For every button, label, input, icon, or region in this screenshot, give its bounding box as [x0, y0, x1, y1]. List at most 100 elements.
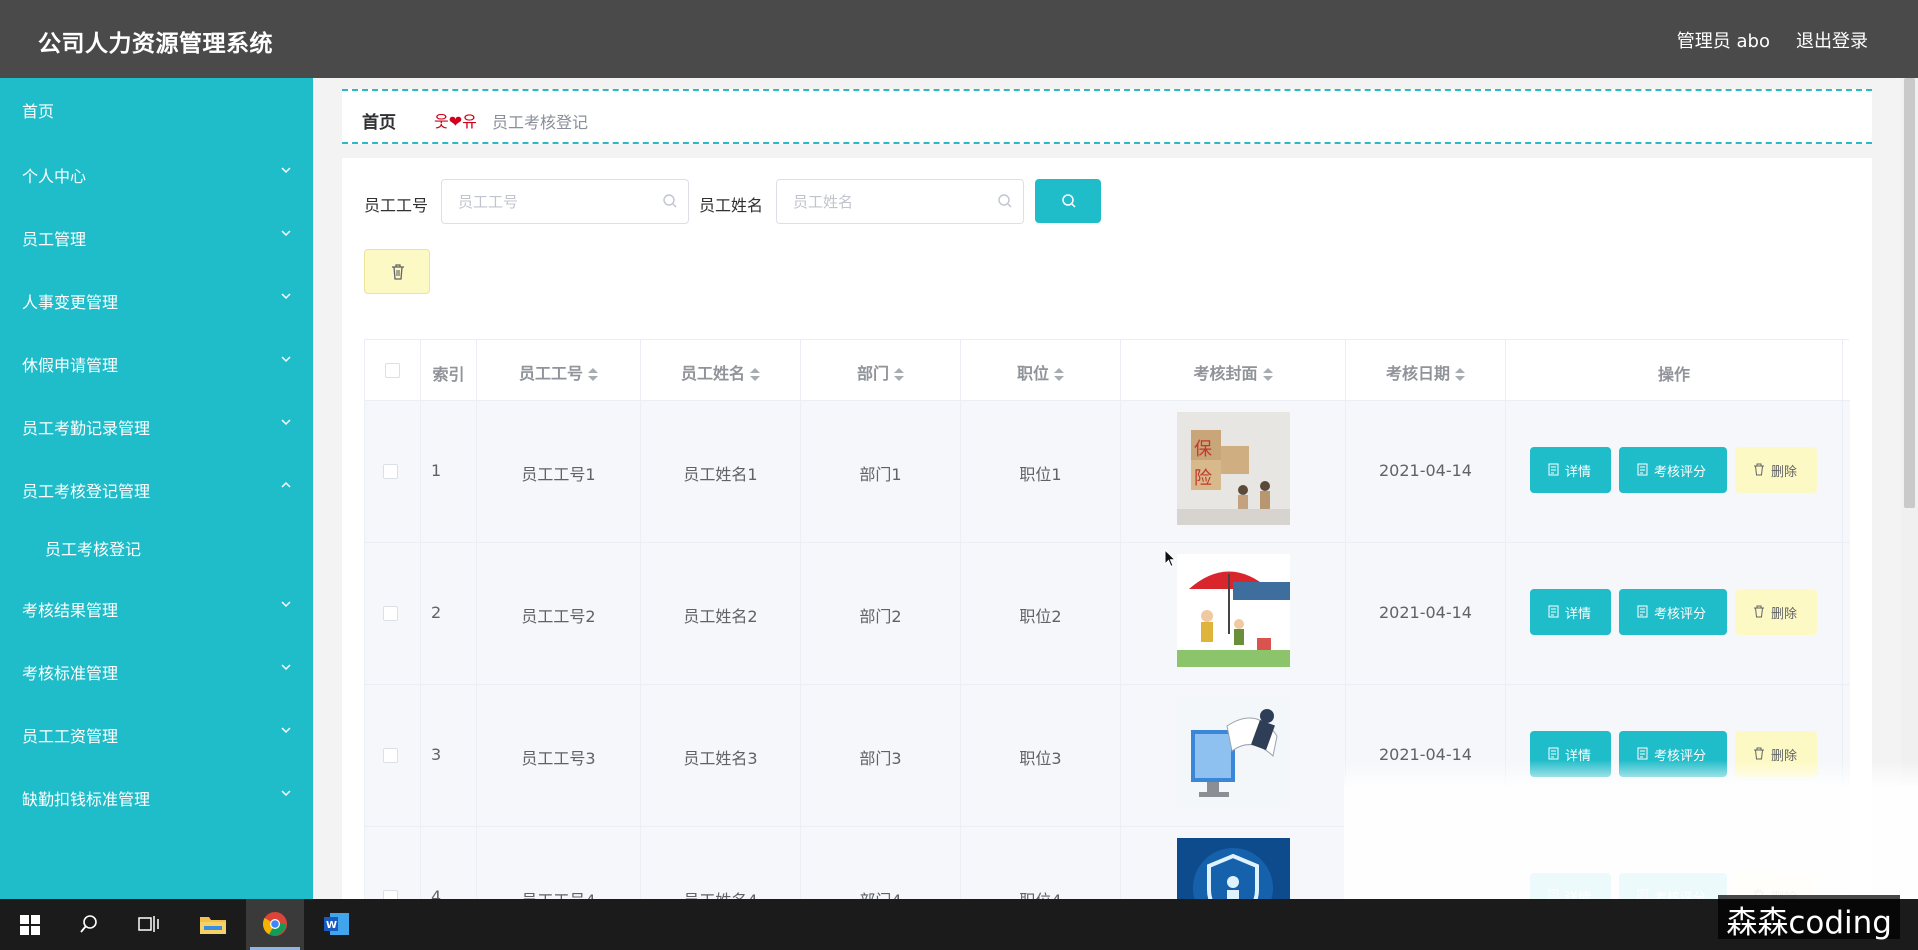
search-button[interactable]: [1035, 179, 1101, 223]
row-dept: 部门4: [801, 887, 960, 899]
detail-button-label: 详情: [1565, 465, 1592, 480]
chevron-down-icon: [281, 230, 291, 237]
header-emp-id-label: 员工工号: [518, 364, 583, 383]
row-index: 3: [431, 745, 442, 764]
taskbar-chrome[interactable]: [246, 899, 304, 950]
word-icon: W: [324, 913, 349, 935]
emp-name-search-field[interactable]: [776, 179, 1024, 224]
sidebar-item-attendance-mgmt[interactable]: 员工考勤记录管理: [0, 401, 313, 451]
detail-button[interactable]: 详情: [1530, 589, 1611, 635]
search-icon: [998, 194, 1012, 208]
sort-icon[interactable]: [894, 367, 904, 382]
watermark: 森森coding: [1718, 895, 1900, 941]
sidebar-item-home[interactable]: 首页: [0, 84, 313, 134]
delete-button[interactable]: 删除: [1735, 589, 1817, 635]
sort-icon[interactable]: [1455, 367, 1465, 382]
detail-button[interactable]: 详情: [1530, 447, 1611, 493]
sidebar-item-label: 考核结果管理: [22, 601, 119, 620]
taskbar-word[interactable]: W: [308, 899, 366, 950]
taskbar-file-explorer[interactable]: [184, 899, 242, 950]
search-icon: [663, 194, 677, 208]
breadcrumb-home[interactable]: 首页: [362, 108, 396, 133]
chevron-down-icon: [281, 356, 291, 363]
header-emp-name[interactable]: 员工姓名: [641, 340, 801, 401]
detail-button-label: 详情: [1565, 607, 1592, 622]
chevron-down-icon: [281, 167, 291, 174]
document-icon: [1637, 605, 1648, 618]
sidebar-item-hr-change-mgmt[interactable]: 人事变更管理: [0, 275, 313, 325]
search-icon: [80, 915, 97, 933]
select-all-checkbox[interactable]: [385, 363, 400, 378]
header-position-label: 职位: [1016, 364, 1049, 383]
header-position[interactable]: 职位: [961, 340, 1121, 401]
sidebar-item-label: 个人中心: [22, 167, 87, 186]
header-emp-id[interactable]: 员工工号: [477, 340, 641, 401]
start-button[interactable]: [0, 899, 58, 950]
trash-icon: [1754, 463, 1764, 476]
emp-id-input[interactable]: [458, 190, 658, 214]
row-index: 1: [431, 461, 442, 480]
row-position: 职位1: [1019, 465, 1062, 484]
row-emp-name: 员工姓名3: [683, 749, 758, 768]
row-checkbox[interactable]: [383, 890, 398, 899]
row-dept: 部门3: [859, 749, 902, 768]
top-header: 公司人力资源管理系统 管理员 abo 退出登录: [0, 0, 1918, 78]
document-icon: [1548, 747, 1559, 760]
document-icon: [1548, 605, 1559, 618]
sidebar-item-salary-mgmt[interactable]: 员工工资管理: [0, 709, 313, 759]
header-date[interactable]: 考核日期: [1346, 340, 1506, 401]
emp-name-label: 员工姓名: [699, 196, 764, 215]
current-user: 管理员 abo: [1676, 31, 1770, 52]
score-button[interactable]: 考核评分: [1619, 447, 1727, 493]
trash-icon: [1754, 747, 1764, 760]
windows-logo-icon: [20, 915, 40, 935]
sidebar-item-assessment-reg-mgmt[interactable]: 员工考核登记管理: [0, 464, 313, 514]
sort-icon[interactable]: [1054, 367, 1064, 382]
header-cover[interactable]: 考核封面: [1121, 340, 1346, 401]
header-dept-label: 部门: [856, 364, 889, 383]
sidebar-item-label: 员工考核登记管理: [22, 482, 151, 501]
row-emp-name: 员工姓名4: [641, 887, 800, 899]
sort-icon[interactable]: [1262, 367, 1273, 382]
sidebar-item-label: 缺勤扣钱标准管理: [22, 790, 151, 809]
sidebar-item-personal-center[interactable]: 个人中心: [0, 149, 313, 199]
sidebar-item-label: 员工考核登记: [45, 540, 142, 559]
table-header: 索引 员工工号 员工姓名 部门 职位 考核封面 考核日期 操作: [365, 340, 1850, 401]
taskbar-search-button[interactable]: [60, 899, 118, 950]
sidebar-item-standard-mgmt[interactable]: 考核标准管理: [0, 646, 313, 696]
search-icon: [1062, 194, 1076, 208]
delete-button[interactable]: 删除: [1735, 447, 1817, 493]
emp-name-input[interactable]: [793, 190, 993, 214]
table-row: 1 员工工号1 员工姓名1 部门1 职位1 保 险 2021-04-14 详情 …: [365, 401, 1850, 543]
logout-link[interactable]: 退出登录: [1796, 27, 1868, 53]
task-view-button[interactable]: [120, 899, 178, 950]
sidebar-item-label: 首页: [22, 102, 55, 121]
scrollbar-thumb[interactable]: [1904, 78, 1915, 508]
emp-id-search-field[interactable]: [441, 179, 689, 224]
batch-delete-button[interactable]: [364, 249, 430, 294]
row-emp-id: 员工工号4: [477, 887, 640, 899]
app-title: 公司人力资源管理系统: [38, 31, 273, 57]
sidebar-item-label: 员工工资管理: [22, 727, 119, 746]
row-emp-id: 员工工号1: [521, 465, 596, 484]
row-checkbox[interactable]: [383, 464, 398, 479]
sort-icon[interactable]: [588, 367, 598, 382]
row-emp-id: 员工工号2: [521, 607, 596, 626]
sidebar-item-leave-mgmt[interactable]: 休假申请管理: [0, 338, 313, 388]
chevron-down-icon: [281, 790, 291, 797]
score-button[interactable]: 考核评分: [1619, 589, 1727, 635]
header-date-label: 考核日期: [1385, 364, 1450, 383]
sidebar-item-employee-mgmt[interactable]: 员工管理: [0, 212, 313, 262]
sort-icon[interactable]: [750, 367, 760, 382]
row-checkbox[interactable]: [383, 606, 398, 621]
row-emp-name: 员工姓名1: [683, 465, 758, 484]
row-dept: 部门1: [859, 465, 902, 484]
sidebar-item-absence-deduction-mgmt[interactable]: 缺勤扣钱标准管理: [0, 772, 313, 822]
sidebar-item-result-mgmt[interactable]: 考核结果管理: [0, 583, 313, 633]
row-checkbox[interactable]: [383, 748, 398, 763]
header-dept[interactable]: 部门: [801, 340, 961, 401]
header-ops-label: 操作: [1657, 365, 1690, 384]
header-ops: 操作: [1506, 340, 1843, 401]
emp-id-label: 员工工号: [364, 196, 429, 215]
sidebar-item-assessment-reg[interactable]: 员工考核登记: [0, 522, 313, 572]
